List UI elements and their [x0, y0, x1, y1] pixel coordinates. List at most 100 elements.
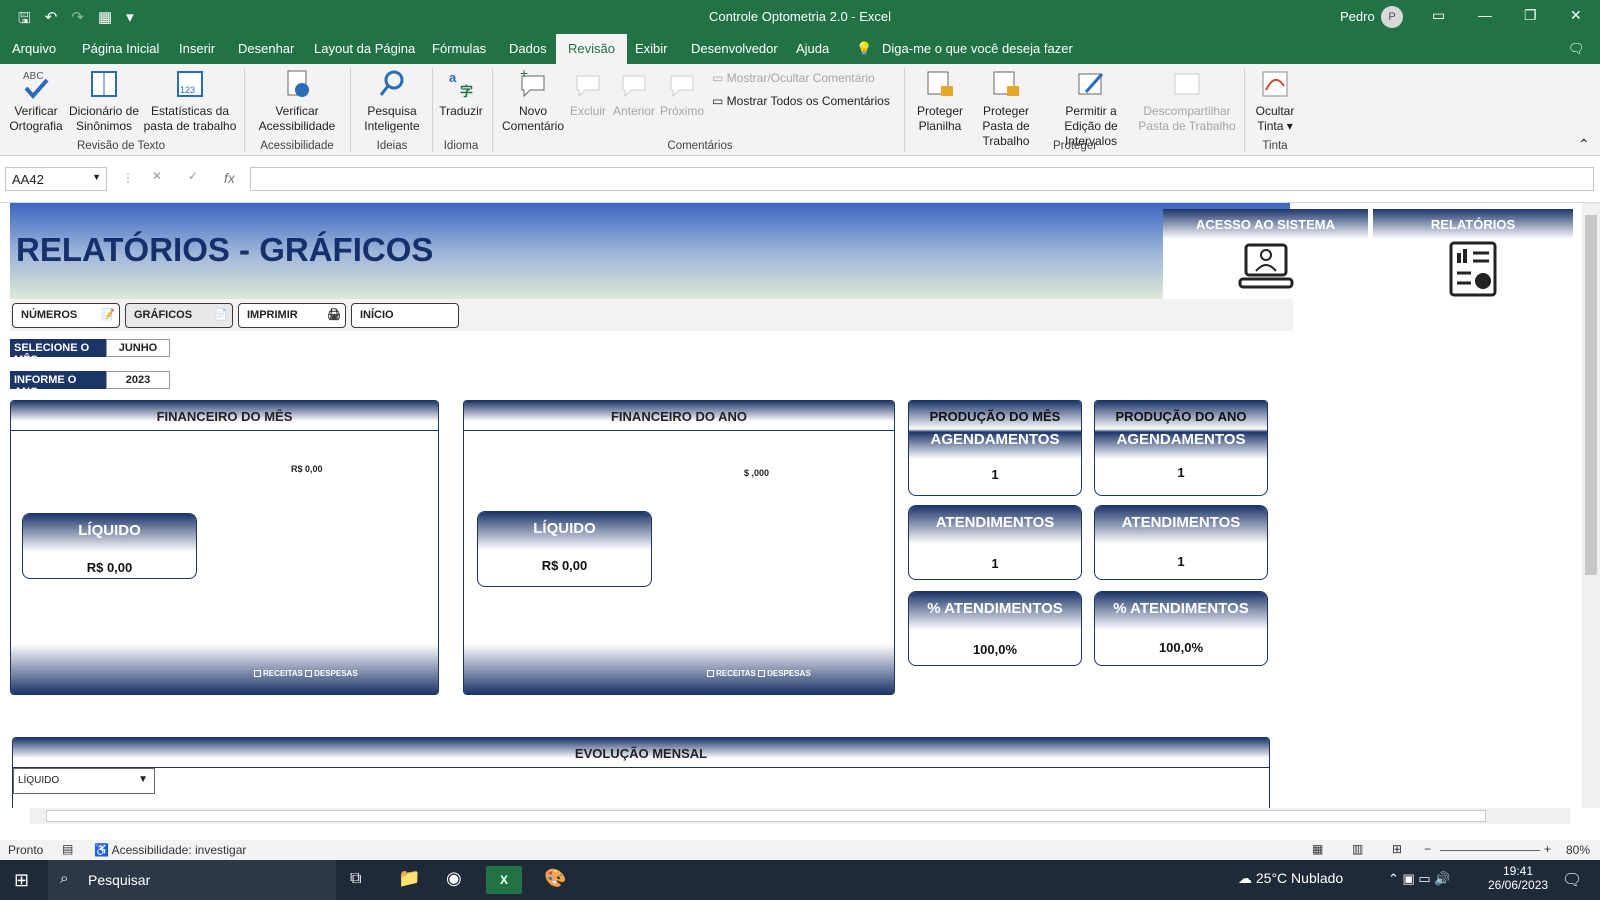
new-comment-button[interactable]: + Novo Comentário [498, 68, 568, 134]
maximize-icon[interactable]: ❐ [1524, 7, 1537, 24]
formula-input[interactable] [250, 167, 1594, 191]
cancel-icon[interactable]: ✕ [152, 169, 162, 183]
formula-bar: AA42 ▼ ⋮ ✕ ✓ fx [0, 157, 1600, 203]
scroll-thumb[interactable] [1585, 215, 1597, 575]
evolucao-mensal-panel: EVOLUÇÃO MENSAL LÍQUIDO ▼ [12, 737, 1270, 808]
ribbon-separator [492, 68, 493, 152]
task-view-icon[interactable]: ⧉ [350, 870, 361, 888]
graficos-button[interactable]: GRÁFICOS 📄 [125, 303, 233, 328]
group-idioma: Idioma [443, 140, 479, 152]
enter-icon[interactable]: ✓ [188, 169, 198, 183]
notes-icon: 📝 [101, 309, 115, 321]
normal-view-icon[interactable]: ▦ [1312, 842, 1323, 856]
tab-desenhar[interactable]: Desenhar [238, 41, 294, 56]
report-icon [1449, 241, 1497, 297]
name-box[interactable]: AA42 ▼ [5, 167, 107, 191]
windows-start-icon[interactable]: ⊞ [14, 870, 29, 891]
tab-exibir[interactable]: Exibir [635, 41, 668, 56]
clock[interactable]: 19:41 26/06/2023 [1488, 864, 1548, 892]
access-system-card[interactable]: ACESSO AO SISTEMA [1163, 209, 1368, 299]
show-hide-comment-button[interactable]: ▭ Mostrar/Ocultar Comentário [712, 71, 875, 85]
tab-pagina-inicial[interactable]: Página Inicial [82, 41, 159, 56]
ribbon-display-icon[interactable]: ▭ [1432, 7, 1445, 24]
month-field[interactable]: JUNHO [106, 339, 170, 357]
protect-sheet-icon [927, 71, 953, 96]
tab-arquivo[interactable]: Arquivo [12, 41, 56, 56]
zoom-level[interactable]: 80% [1566, 843, 1590, 857]
zoom-in-icon[interactable]: + [1544, 842, 1551, 856]
ribbon-separator [904, 68, 905, 152]
show-all-comments-button[interactable]: ▭ Mostrar Todos os Comentários [712, 94, 890, 108]
horizontal-scrollbar[interactable] [30, 808, 1570, 824]
legend-swatch [305, 670, 313, 678]
agendamentos-label: AGENDAMENTOS [909, 429, 1081, 459]
macro-icon[interactable]: ▤ [62, 842, 73, 856]
thesaurus-button[interactable]: Dicionário de Sinônimos [66, 68, 142, 134]
reports-card[interactable]: RELATÓRIOS [1373, 209, 1573, 299]
year-field[interactable]: 2023 [106, 371, 170, 389]
fx-icon[interactable]: fx [224, 170, 235, 186]
unshare-icon [1174, 73, 1200, 95]
avatar[interactable]: P [1381, 6, 1403, 28]
tab-layout[interactable]: Layout da Página [314, 41, 415, 56]
evolucao-select[interactable]: LÍQUIDO ▼ [13, 768, 155, 794]
workbook-stats-button[interactable]: 123 Estatísticas da pasta de trabalho [142, 68, 238, 134]
spelling-button[interactable]: ABC Verificar Ortografia [6, 68, 66, 134]
tab-formulas[interactable]: Fórmulas [432, 41, 486, 56]
tab-desenvolvedor[interactable]: Desenvolvedor [691, 41, 778, 56]
search-icon [379, 70, 404, 96]
hide-ink-button[interactable]: Ocultar Tinta ▾ [1250, 68, 1300, 134]
notifications-icon[interactable]: 🗨 [1562, 870, 1582, 890]
previous-comment-button[interactable]: Anterior [610, 68, 658, 119]
page-break-icon[interactable]: ⊞ [1392, 842, 1402, 856]
collapse-ribbon-icon[interactable]: ⌃ [1578, 136, 1590, 153]
panel-title: FINANCEIRO DO ANO [464, 401, 894, 431]
sheet-area[interactable]: RELATÓRIOS - GRÁFICOS ACESSO AO SISTEMA … [0, 203, 1582, 808]
close-icon[interactable]: ✕ [1570, 7, 1582, 24]
legend-swatch [758, 670, 766, 678]
edit-ranges-icon [1078, 73, 1104, 95]
svg-text:a: a [449, 70, 457, 85]
tab-dados[interactable]: Dados [509, 41, 547, 56]
accessibility-status[interactable]: ♿ Acessibilidade: investigar [94, 843, 246, 857]
stats-icon: 123 [177, 71, 203, 97]
smart-lookup-button[interactable]: Pesquisa Inteligente [356, 68, 428, 134]
liquido-value: R$ 0,00 [86, 560, 133, 575]
weather-widget[interactable]: ☁ 25°C Nublado [1238, 870, 1343, 887]
protect-workbook-button[interactable]: Proteger Pasta de Trabalho [966, 68, 1046, 149]
allow-edit-ranges-button[interactable]: Permitir a Edição de Intervalos [1046, 68, 1136, 149]
unshare-workbook-button[interactable]: Descompartilhar Pasta de Trabalho [1136, 68, 1238, 134]
page-layout-icon[interactable]: ▥ [1352, 842, 1363, 856]
taskbar-search[interactable]: ⌕ Pesquisar [48, 860, 336, 900]
tell-me-search[interactable]: Diga-me o que você deseja fazer [882, 41, 1073, 56]
excel-icon[interactable]: X [486, 866, 522, 894]
next-comment-button[interactable]: Próximo [658, 68, 706, 119]
delete-comment-icon [576, 75, 600, 98]
status-bar: Pronto ▤ ♿ Acessibilidade: investigar ▦ … [0, 840, 1600, 860]
tab-inserir[interactable]: Inserir [179, 41, 215, 56]
tab-ajuda[interactable]: Ajuda [796, 41, 829, 56]
group-tinta: Tinta [1262, 140, 1288, 152]
protect-sheet-button[interactable]: Proteger Planilha [912, 68, 968, 134]
panel-footer [464, 644, 894, 694]
tab-revisao[interactable]: Revisão [556, 34, 627, 64]
file-explorer-icon[interactable]: 📁 [398, 868, 420, 889]
chart-data-label: $ ,000 [744, 468, 770, 478]
user-name[interactable]: Pedro [1340, 9, 1375, 24]
liquido-mes-card: LÍQUIDO R$ 0,00 [22, 513, 197, 579]
scroll-thumb[interactable] [46, 810, 1486, 822]
tray-icons[interactable]: ⌃ ▣ ▭ 🔊 [1388, 871, 1450, 887]
comments-icon[interactable]: 🗨 [1568, 41, 1585, 57]
delete-comment-button[interactable]: Excluir [568, 68, 608, 119]
numeros-button[interactable]: NÚMEROS 📝 [12, 303, 120, 328]
zoom-slider[interactable] [1440, 850, 1540, 851]
imprimir-button[interactable]: IMPRIMIR 🖨 [238, 303, 346, 328]
zoom-out-icon[interactable]: − [1424, 842, 1431, 856]
translate-button[interactable]: a字 Traduzir [436, 68, 486, 119]
inicio-button[interactable]: INÍCIO [351, 303, 459, 328]
minimize-icon[interactable]: — [1478, 7, 1492, 23]
accessibility-button[interactable]: Verificar Acessibilidade [252, 68, 342, 134]
vertical-scrollbar[interactable] [1582, 203, 1600, 808]
paint-icon[interactable]: 🎨 [544, 868, 566, 889]
chrome-icon[interactable]: ◉ [446, 868, 462, 889]
